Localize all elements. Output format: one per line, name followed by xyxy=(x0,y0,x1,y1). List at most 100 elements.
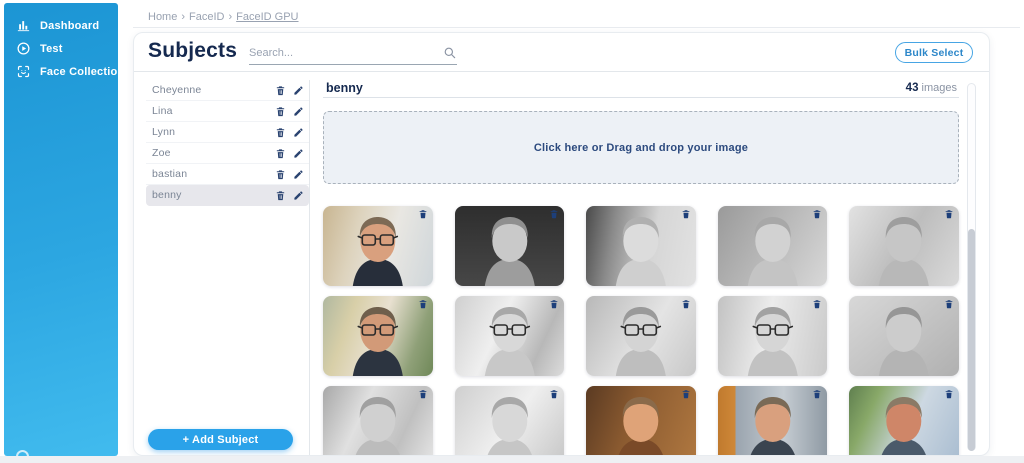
delete-subject-button[interactable] xyxy=(275,106,286,117)
breadcrumb-separator: › xyxy=(181,11,185,23)
delete-image-button[interactable] xyxy=(812,209,822,219)
edit-subject-button[interactable] xyxy=(293,106,304,117)
edit-subject-button[interactable] xyxy=(293,148,304,159)
delete-subject-button[interactable] xyxy=(275,148,286,159)
delete-image-button[interactable] xyxy=(944,209,954,219)
face-image[interactable] xyxy=(586,386,696,456)
face-image[interactable] xyxy=(455,206,565,286)
trash-icon xyxy=(275,190,286,201)
delete-image-button[interactable] xyxy=(812,389,822,399)
delete-image-button[interactable] xyxy=(944,299,954,309)
face-image[interactable] xyxy=(849,296,959,376)
delete-image-button[interactable] xyxy=(812,299,822,309)
sidebar-item-dashboard[interactable]: Dashboard xyxy=(4,14,118,37)
edit-subject-button[interactable] xyxy=(293,190,304,201)
subject-row[interactable]: benny xyxy=(146,185,309,206)
edit-subject-button[interactable] xyxy=(293,127,304,138)
edit-subject-button[interactable] xyxy=(293,85,304,96)
subject-list: Cheyenne Lina Lynn xyxy=(146,80,309,206)
pencil-icon xyxy=(293,106,304,117)
subject-name: Lynn xyxy=(152,126,275,138)
breadcrumb-current[interactable]: FaceID GPU xyxy=(236,11,298,23)
sidebar-item-test[interactable]: Test xyxy=(4,37,118,60)
delete-subject-button[interactable] xyxy=(275,127,286,138)
page-bottom-strip xyxy=(0,456,1024,463)
face-image[interactable] xyxy=(455,386,565,456)
trash-icon xyxy=(681,299,691,309)
trash-icon xyxy=(418,299,428,309)
bulk-select-button[interactable]: Bulk Select xyxy=(895,42,973,63)
subject-detail-title: benny xyxy=(326,81,363,95)
face-scan-icon xyxy=(16,64,31,79)
header-divider xyxy=(133,27,1020,28)
breadcrumb-faceid[interactable]: FaceID xyxy=(189,11,224,23)
face-image[interactable] xyxy=(849,386,959,456)
subject-row[interactable]: bastian xyxy=(146,164,309,185)
delete-image-button[interactable] xyxy=(681,389,691,399)
face-image[interactable] xyxy=(323,206,433,286)
delete-image-button[interactable] xyxy=(681,299,691,309)
dropzone-label: Click here or Drag and drop your image xyxy=(534,142,748,154)
subject-row[interactable]: Cheyenne xyxy=(146,80,309,101)
subjects-panel: Cheyenne Lina Lynn xyxy=(146,80,309,455)
face-photo-placeholder xyxy=(323,386,433,456)
face-image[interactable] xyxy=(323,296,433,376)
delete-image-button[interactable] xyxy=(549,389,559,399)
page-title: Subjects xyxy=(148,39,237,63)
face-image[interactable] xyxy=(586,296,696,376)
delete-subject-button[interactable] xyxy=(275,85,286,96)
subject-name: Cheyenne xyxy=(152,84,275,96)
delete-subject-button[interactable] xyxy=(275,190,286,201)
face-image[interactable] xyxy=(718,206,828,286)
image-count: 43 images xyxy=(906,82,957,94)
panel-divider xyxy=(309,80,310,455)
sidebar-item-face-collection[interactable]: Face Collection xyxy=(4,60,118,83)
face-photo-placeholder xyxy=(455,386,565,456)
edit-subject-button[interactable] xyxy=(293,169,304,180)
scrollbar-thumb[interactable] xyxy=(968,229,975,451)
delete-image-button[interactable] xyxy=(418,389,428,399)
search-icon[interactable] xyxy=(443,46,457,60)
image-count-suffix: images xyxy=(918,82,957,94)
delete-image-button[interactable] xyxy=(418,209,428,219)
sidebar: Dashboard Test Face Collection xyxy=(4,3,118,456)
face-photo-placeholder xyxy=(586,386,696,456)
pencil-icon xyxy=(293,169,304,180)
trash-icon xyxy=(681,389,691,399)
image-grid xyxy=(323,206,959,456)
add-subject-button[interactable]: + Add Subject xyxy=(148,429,293,450)
delete-subject-button[interactable] xyxy=(275,169,286,180)
face-image[interactable] xyxy=(718,296,828,376)
subject-row[interactable]: Lina xyxy=(146,101,309,122)
breadcrumb-home[interactable]: Home xyxy=(148,11,177,23)
scrollbar-track[interactable] xyxy=(967,83,976,451)
face-image[interactable] xyxy=(455,296,565,376)
trash-icon xyxy=(944,209,954,219)
face-photo-placeholder xyxy=(718,206,828,286)
face-photo-placeholder xyxy=(849,206,959,286)
delete-image-button[interactable] xyxy=(549,209,559,219)
trash-icon xyxy=(275,127,286,138)
face-image[interactable] xyxy=(323,386,433,456)
face-image[interactable] xyxy=(586,206,696,286)
delete-image-button[interactable] xyxy=(681,209,691,219)
face-image[interactable] xyxy=(718,386,828,456)
sidebar-item-label: Test xyxy=(40,43,63,55)
subject-name: bastian xyxy=(152,168,275,180)
delete-image-button[interactable] xyxy=(418,299,428,309)
trash-icon xyxy=(275,169,286,180)
pencil-icon xyxy=(293,190,304,201)
upload-dropzone[interactable]: Click here or Drag and drop your image xyxy=(323,111,959,184)
trash-icon xyxy=(275,85,286,96)
subject-row[interactable]: Zoe xyxy=(146,143,309,164)
trash-icon xyxy=(275,148,286,159)
breadcrumb-separator: › xyxy=(228,11,232,23)
pencil-icon xyxy=(293,85,304,96)
search-input[interactable] xyxy=(249,43,435,63)
face-image[interactable] xyxy=(849,206,959,286)
delete-image-button[interactable] xyxy=(549,299,559,309)
delete-image-button[interactable] xyxy=(944,389,954,399)
subject-row[interactable]: Lynn xyxy=(146,122,309,143)
face-photo-placeholder xyxy=(718,296,828,376)
trash-icon xyxy=(549,389,559,399)
